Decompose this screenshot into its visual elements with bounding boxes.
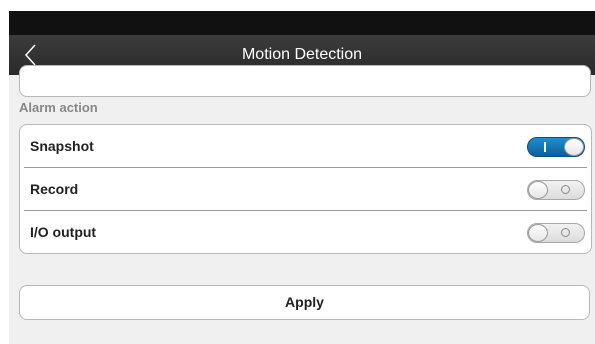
snapshot-toggle[interactable] — [527, 137, 585, 157]
setting-label: I/O output — [30, 224, 97, 240]
toggle-on-mark — [544, 142, 546, 152]
setting-label: Record — [30, 181, 79, 197]
apply-button[interactable]: Apply — [19, 285, 590, 320]
toggle-knob — [528, 224, 548, 242]
toggle-knob — [564, 138, 584, 156]
previous-settings-card — [19, 65, 591, 97]
status-bar — [9, 11, 595, 35]
alarm-action-card: Snapshot Record I/O output — [19, 124, 592, 254]
toggle-knob — [528, 181, 548, 199]
app-screen: Motion Detection Alarm action Snapshot R… — [9, 11, 595, 344]
toggle-off-mark — [561, 228, 570, 237]
section-label-alarm-action: Alarm action — [19, 100, 98, 115]
toggle-off-mark — [561, 185, 570, 194]
setting-row-io-output: I/O output — [24, 211, 587, 253]
setting-row-record: Record — [24, 168, 587, 211]
record-toggle[interactable] — [527, 180, 585, 200]
setting-row-snapshot: Snapshot — [24, 125, 587, 168]
setting-label: Snapshot — [30, 138, 94, 154]
io-output-toggle[interactable] — [527, 223, 585, 243]
